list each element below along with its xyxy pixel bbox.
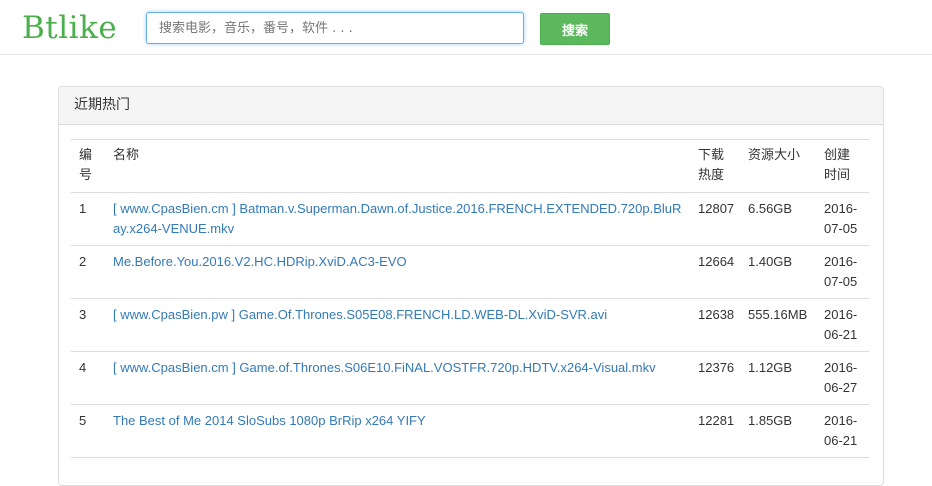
- download-heat: 12638: [690, 298, 740, 352]
- search-button[interactable]: 搜索: [540, 13, 610, 45]
- resource-link[interactable]: The Best of Me 2014 SloSubs 1080p BrRip …: [113, 413, 426, 428]
- resource-size: 1.40GB: [740, 245, 816, 299]
- hot-panel: 近期热门 编号 名称 下载热度 资源大小 创建时间 1 [ www.CpasBi…: [58, 86, 884, 486]
- created-date: 2016-06-27: [816, 351, 869, 405]
- row-number: 4: [71, 351, 105, 405]
- column-header-name: 名称: [105, 139, 690, 193]
- row-number: 3: [71, 298, 105, 352]
- created-date: 2016-07-05: [816, 245, 869, 299]
- table-row: 4 [ www.CpasBien.cm ] Game.of.Thrones.S0…: [71, 351, 869, 405]
- column-header-date: 创建时间: [816, 139, 869, 193]
- hot-table-wrapper: 编号 名称 下载热度 资源大小 创建时间 1 [ www.CpasBien.cm…: [71, 139, 869, 458]
- download-heat: 12281: [690, 404, 740, 458]
- site-logo[interactable]: Btlike: [22, 10, 117, 46]
- table-row: 2 Me.Before.You.2016.V2.HC.HDRip.XviD.AC…: [71, 245, 869, 299]
- resource-link[interactable]: [ www.CpasBien.cm ] Batman.v.Superman.Da…: [113, 201, 681, 236]
- row-number: 1: [71, 192, 105, 246]
- download-heat: 12664: [690, 245, 740, 299]
- row-number: 2: [71, 245, 105, 299]
- column-header-number: 编号: [71, 139, 105, 193]
- created-date: 2016-06-21: [816, 404, 869, 458]
- download-heat: 12376: [690, 351, 740, 405]
- download-heat: 12807: [690, 192, 740, 246]
- table-row: 3 [ www.CpasBien.pw ] Game.Of.Thrones.S0…: [71, 298, 869, 352]
- table-row: 1 [ www.CpasBien.cm ] Batman.v.Superman.…: [71, 192, 869, 246]
- table-row: 5 The Best of Me 2014 SloSubs 1080p BrRi…: [71, 404, 869, 458]
- hot-table: 编号 名称 下载热度 资源大小 创建时间 1 [ www.CpasBien.cm…: [71, 139, 869, 458]
- resource-link[interactable]: Me.Before.You.2016.V2.HC.HDRip.XviD.AC3-…: [113, 254, 407, 269]
- search-input[interactable]: [146, 12, 524, 44]
- created-date: 2016-07-05: [816, 192, 869, 246]
- resource-size: 6.56GB: [740, 192, 816, 246]
- table-header-row: 编号 名称 下载热度 资源大小 创建时间: [71, 139, 869, 193]
- top-header: Btlike 搜索: [0, 0, 932, 55]
- row-number: 5: [71, 404, 105, 458]
- column-header-heat: 下载热度: [690, 139, 740, 193]
- created-date: 2016-06-21: [816, 298, 869, 352]
- resource-size: 1.85GB: [740, 404, 816, 458]
- resource-size: 1.12GB: [740, 351, 816, 405]
- resource-size: 555.16MB: [740, 298, 816, 352]
- resource-link[interactable]: [ www.CpasBien.pw ] Game.Of.Thrones.S05E…: [113, 307, 607, 322]
- panel-title: 近期热门: [59, 87, 883, 125]
- resource-link[interactable]: [ www.CpasBien.cm ] Game.of.Thrones.S06E…: [113, 360, 656, 375]
- column-header-size: 资源大小: [740, 139, 816, 193]
